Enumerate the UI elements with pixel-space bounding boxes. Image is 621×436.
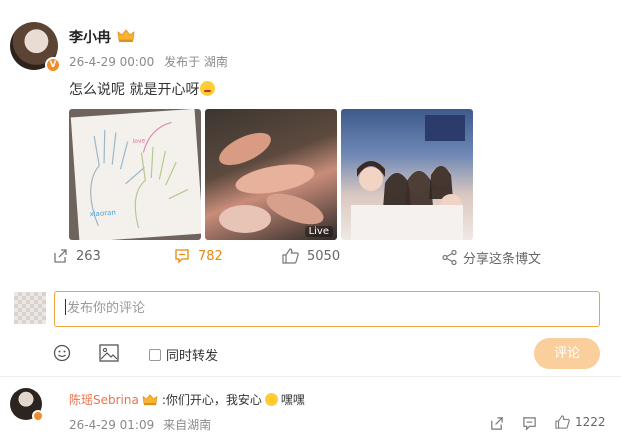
vip-crown-icon <box>117 29 135 42</box>
verified-badge-icon: V <box>45 57 61 73</box>
share-icon <box>442 250 457 265</box>
like-count: 5050 <box>307 248 341 264</box>
hands-illustration <box>219 132 324 233</box>
photo-grid: xiaoran love Live <box>69 109 473 240</box>
verified-badge-icon <box>32 410 44 422</box>
sync-repost-option[interactable]: 同时转发 <box>149 345 218 364</box>
post-meta: 26-4-29 00:00 发布于 湖南 <box>69 53 234 70</box>
repost-count: 263 <box>76 248 101 264</box>
post-text: 怎么说呢 就是开心呀 <box>69 79 216 99</box>
share-button[interactable]: 分享这条博文 <box>442 248 541 267</box>
comment-text-tail: 嘿嘿 <box>280 393 305 407</box>
share-label: 分享这条博文 <box>463 252 542 267</box>
live-label: Live <box>304 226 333 237</box>
comment-meta: 26-4-29 01:09 来自湖南 <box>69 416 216 433</box>
comment-item: 陈瑶Sebrina :你们开心，我安心 嘿嘿 26-4-29 01:09 来自湖… <box>0 380 621 436</box>
author-avatar[interactable]: V <box>10 22 61 73</box>
author-name[interactable]: 李小冉 <box>69 27 111 47</box>
thumbs-up-icon <box>555 415 570 429</box>
weibo-post: V 李小冉 26-4-29 00:00 发布于 湖南 怎么说呢 就是开心呀 xi… <box>0 0 621 280</box>
submit-comment-button[interactable]: 评论 <box>534 338 600 369</box>
comment-line: 陈瑶Sebrina :你们开心，我安心 嘿嘿 <box>69 391 305 408</box>
image-upload-icon[interactable] <box>99 344 119 362</box>
comment-time: 26-4-29 01:09 <box>69 418 155 432</box>
post-text-body: 怎么说呢 就是开心呀 <box>69 82 200 98</box>
emoji-picker-icon[interactable] <box>53 344 71 362</box>
reply-like-button[interactable]: 1222 <box>555 415 606 429</box>
commenter-avatar[interactable] <box>10 388 44 422</box>
post-time[interactable]: 26-4-29 00:00 <box>69 55 154 69</box>
repost-button[interactable]: 263 <box>52 248 101 264</box>
text-cursor <box>65 299 66 315</box>
comment-source: 来自湖南 <box>163 418 212 432</box>
group-illustration <box>351 115 465 240</box>
sync-repost-checkbox[interactable] <box>149 348 161 361</box>
sync-repost-label: 同时转发 <box>166 349 219 364</box>
reply-like-count: 1222 <box>575 415 606 429</box>
like-button[interactable]: 5050 <box>282 248 340 264</box>
handprint-drawing: xiaoran love <box>89 121 189 229</box>
comment-input[interactable]: 发布你的评论 <box>54 291 600 327</box>
smile-emoji-icon <box>200 81 216 96</box>
comment-placeholder: 发布你的评论 <box>67 301 146 316</box>
comment-composer: 发布你的评论 同时转发 评论 <box>0 280 621 380</box>
thumbs-up-icon <box>282 248 299 264</box>
vip-crown-icon <box>142 394 158 406</box>
comment-button[interactable]: 782 <box>174 248 223 264</box>
comment-icon <box>175 249 189 264</box>
comment-count: 782 <box>198 248 223 264</box>
my-avatar <box>14 292 46 324</box>
reply-comment-icon[interactable] <box>522 416 537 431</box>
post-actions: 263 782 5050 分享这条博文 <box>0 248 621 272</box>
reply-repost-icon[interactable] <box>489 416 504 431</box>
post-location: 发布于 湖南 <box>164 55 228 69</box>
divider <box>0 376 621 377</box>
svg-text:xiaoran: xiaoran <box>89 209 116 219</box>
svg-text:love: love <box>132 137 145 145</box>
photo-hands[interactable]: Live <box>205 109 337 240</box>
hug-emoji-icon <box>264 393 278 406</box>
commenter-name[interactable]: 陈瑶Sebrina <box>69 391 139 408</box>
repost-icon <box>54 249 67 263</box>
photo-handprints[interactable]: xiaoran love <box>69 109 201 240</box>
handprint-paper: xiaoran love <box>70 109 201 240</box>
photo-group-selfie[interactable] <box>341 109 473 240</box>
comment-text: :你们开心，我安心 <box>161 393 262 407</box>
